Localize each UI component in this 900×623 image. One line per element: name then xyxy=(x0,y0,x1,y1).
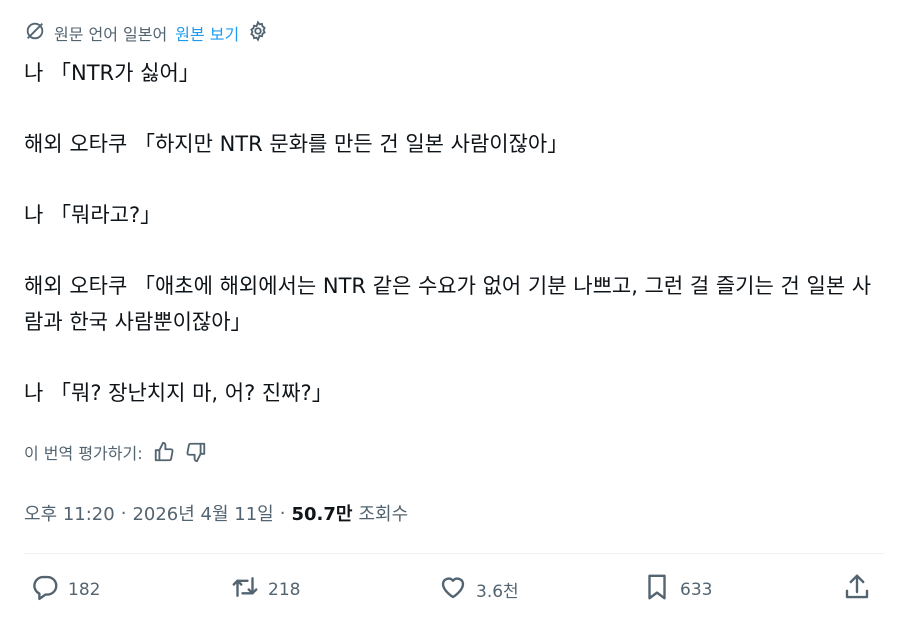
translation-settings-gear-icon[interactable] xyxy=(247,20,269,46)
share-button[interactable] xyxy=(842,572,872,607)
bookmark-button[interactable]: 633 xyxy=(642,572,712,607)
tweet-line: 나 「NTR가 싫어」 xyxy=(24,61,200,85)
repost-count: 218 xyxy=(268,579,301,600)
tweet-line: 해외 오타쿠 「애초에 해외에서는 NTR 같은 수요가 없어 기분 나쁘고, … xyxy=(24,274,872,334)
tweet-text: 나 「NTR가 싫어」 해외 오타쿠 「하지만 NTR 문화를 만든 건 일본 … xyxy=(24,56,874,411)
meta-separator: · xyxy=(279,502,286,524)
share-icon xyxy=(842,572,872,607)
meta-separator: · xyxy=(120,502,127,524)
tweet-meta: 오후 11:20 · 2026년 4월 11일 · 50.7만 조회수 xyxy=(24,500,408,526)
views-label: 조회수 xyxy=(358,504,409,525)
bookmark-count: 633 xyxy=(680,579,713,600)
heart-icon xyxy=(438,572,468,607)
translation-bar: 원문 언어 일본어 원본 보기 xyxy=(24,20,269,46)
translate-icon xyxy=(24,20,46,46)
tweet-line: 나 「뭐? 장난치지 마, 어? 진짜?」 xyxy=(24,380,333,405)
rate-translation-row: 이 번역 평가하기: xyxy=(24,440,207,464)
repost-icon xyxy=(230,572,260,607)
tweet-time[interactable]: 오후 11:20 xyxy=(24,500,115,526)
tweet-line: 나 「뭐라고?」 xyxy=(24,203,162,227)
reply-count: 182 xyxy=(68,579,101,600)
divider xyxy=(24,553,884,554)
thumbs-up-icon[interactable] xyxy=(153,441,175,463)
tweet-line: 해외 오타쿠 「하지만 NTR 문화를 만든 건 일본 사람이잖아」 xyxy=(24,132,569,156)
translation-source-label: 원문 언어 일본어 xyxy=(54,25,168,44)
thumbs-down-icon[interactable] xyxy=(185,441,207,463)
reply-icon xyxy=(30,572,60,607)
like-count: 3.6천 xyxy=(476,582,519,602)
reply-button[interactable]: 182 xyxy=(30,572,100,607)
tweet-date[interactable]: 2026년 4월 11일 xyxy=(132,500,273,526)
show-original-link[interactable]: 원본 보기 xyxy=(175,21,239,45)
rate-translation-label: 이 번역 평가하기: xyxy=(24,444,143,463)
tweet-actions: 182 218 3.6천 633 xyxy=(30,572,880,612)
bookmark-icon xyxy=(642,572,672,607)
repost-button[interactable]: 218 xyxy=(230,572,300,607)
like-button[interactable]: 3.6천 xyxy=(438,572,519,607)
views-count: 50.7만 xyxy=(291,504,353,525)
